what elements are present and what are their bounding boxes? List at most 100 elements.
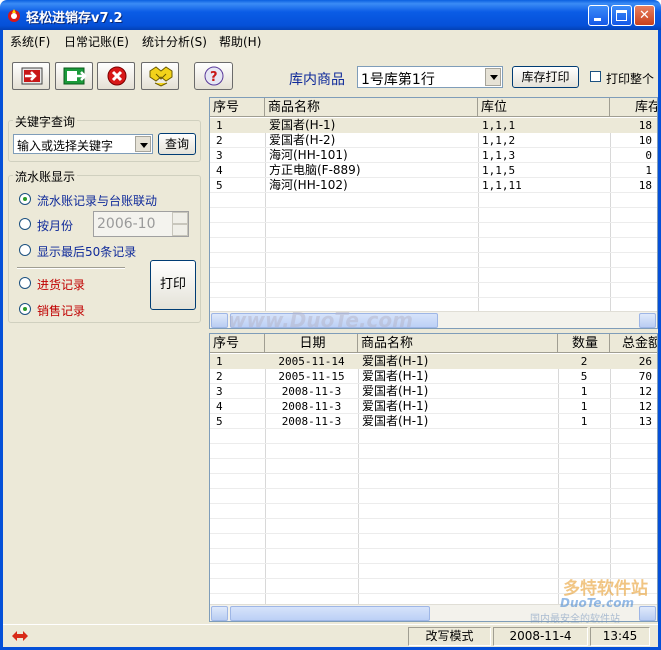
row-divider <box>210 458 657 459</box>
radio-link-ledger[interactable] <box>19 193 31 205</box>
spin-up-icon[interactable] <box>172 212 188 224</box>
cell-date: 2005-11-14 <box>278 355 345 368</box>
col-header-index[interactable]: 序号 <box>210 334 265 353</box>
cell-stock: 18 <box>638 119 652 132</box>
cell-total: 70 <box>638 370 652 383</box>
table-row[interactable]: 4 2008-11-3 爱国者(H-1) 1 12 <box>210 399 657 414</box>
menu-daily-accounts[interactable]: 日常记账(E) <box>64 33 129 50</box>
maximize-button[interactable] <box>611 5 632 26</box>
cell-product: 海河(HH-101) <box>269 148 348 162</box>
keyword-search-title: 关键字查询 <box>13 113 78 130</box>
table-row[interactable]: 4 方正电脑(F-889) 1,1,5 1 <box>210 163 657 178</box>
menu-statistics[interactable]: 统计分析(S) <box>142 33 207 50</box>
cell-index: 1 <box>216 119 223 132</box>
cell-date: 2005-11-15 <box>278 370 345 383</box>
table-row[interactable]: 1 爱国者(H-1) 1,1,1 18 <box>210 118 657 133</box>
cell-product: 爱国者(H-1) <box>362 354 429 368</box>
help-button[interactable]: ? <box>194 62 233 90</box>
cell-quantity: 2 <box>580 355 588 368</box>
scroll-left-icon[interactable] <box>211 313 228 328</box>
cell-total: 12 <box>638 385 652 398</box>
cell-stock: 10 <box>638 134 652 147</box>
cell-stock: 1 <box>645 164 652 177</box>
resize-arrows-icon <box>12 631 28 641</box>
cell-location: 1,1,3 <box>482 149 516 162</box>
scroll-thumb[interactable] <box>230 606 430 621</box>
row-divider <box>210 297 657 298</box>
radio-by-month[interactable] <box>19 218 31 230</box>
cell-product: 爱国者(H-1) <box>269 118 336 132</box>
spin-down-icon[interactable] <box>172 224 188 236</box>
cell-date: 2008-11-3 <box>281 400 342 413</box>
col-header-product[interactable]: 商品名称 <box>265 98 478 117</box>
radio-sales[interactable] <box>19 303 31 315</box>
menu-system[interactable]: 系统(F) <box>10 33 50 50</box>
menu-help[interactable]: 帮助(H) <box>219 33 261 50</box>
delete-button[interactable] <box>97 62 135 90</box>
import-icon <box>21 67 43 85</box>
table-row[interactable]: 5 海河(HH-102) 1,1,11 18 <box>210 178 657 193</box>
row-divider <box>210 252 657 253</box>
table-row[interactable]: 3 海河(HH-101) 1,1,3 0 <box>210 148 657 163</box>
col-header-product[interactable]: 商品名称 <box>358 334 558 353</box>
col-header-location[interactable]: 库位 <box>478 98 610 117</box>
menu-bar: 系统(F) 日常记账(E) 统计分析(S) 帮助(H) <box>3 30 658 50</box>
close-button[interactable]: ✕ <box>634 5 655 26</box>
close-icon: ✕ <box>639 8 650 23</box>
cell-date: 2008-11-3 <box>281 415 342 428</box>
col-header-total[interactable]: 总金额 <box>610 334 657 353</box>
export-icon <box>63 67 87 85</box>
table-row[interactable]: 2 2005-11-15 爱国者(H-1) 5 70 <box>210 369 657 384</box>
app-icon <box>8 9 20 22</box>
chevron-down-icon[interactable] <box>135 136 151 152</box>
query-button[interactable]: 查询 <box>158 133 196 155</box>
keyword-input[interactable]: 输入或选择关键字 <box>13 134 153 154</box>
stats-icon <box>149 66 173 87</box>
cell-index: 4 <box>216 164 223 177</box>
cell-index: 2 <box>216 134 223 147</box>
print-all-checkbox[interactable] <box>590 71 601 82</box>
cell-product: 海河(HH-102) <box>269 178 348 192</box>
table-row[interactable]: 3 2008-11-3 爱国者(H-1) 1 12 <box>210 384 657 399</box>
print-stock-button[interactable]: 库存打印 <box>512 66 579 88</box>
svg-text:?: ? <box>210 70 218 85</box>
row-divider <box>210 282 657 283</box>
radio-purchase[interactable] <box>19 277 31 289</box>
table-row[interactable]: 2 爱国者(H-2) 1,1,2 10 <box>210 133 657 148</box>
cell-index: 4 <box>216 400 223 413</box>
cell-quantity: 1 <box>580 385 588 398</box>
col-header-stock[interactable]: 库存 <box>610 98 657 117</box>
cell-total: 26 <box>638 355 652 368</box>
cell-index: 1 <box>216 355 223 368</box>
export-button[interactable] <box>55 62 93 90</box>
scroll-right-icon[interactable] <box>639 313 656 328</box>
col-header-date[interactable]: 日期 <box>265 334 358 353</box>
maximize-icon <box>616 10 627 21</box>
radio-last-50[interactable] <box>19 244 31 256</box>
cell-location: 1,1,1 <box>482 119 516 132</box>
radio-last-50-label: 显示最后50条记录 <box>37 245 137 259</box>
keyword-input-value: 输入或选择关键字 <box>17 139 114 153</box>
import-button[interactable] <box>12 62 50 90</box>
watermark-url-small: DuoTe.com <box>560 596 634 610</box>
cell-product: 爱国者(H-1) <box>362 399 429 413</box>
col-header-quantity[interactable]: 数量 <box>558 334 610 353</box>
table-row[interactable]: 5 2008-11-3 爱国者(H-1) 1 13 <box>210 414 657 429</box>
minimize-button[interactable] <box>588 5 609 26</box>
inventory-table[interactable]: 序号 商品名称 库位 库存 1爱国者(H-1)1,1,1182爱国者(H-2)1… <box>209 97 658 329</box>
inventory-table-header: 序号 商品名称 库位 库存 <box>210 98 657 117</box>
chevron-down-icon[interactable] <box>485 68 501 86</box>
month-spinner[interactable]: 2006-10 <box>93 211 189 237</box>
scroll-right-icon[interactable] <box>639 606 656 621</box>
table-row[interactable]: 1 2005-11-14 爱国者(H-1) 2 26 <box>210 354 657 369</box>
stock-location-select[interactable]: 1号库第1行 <box>357 66 503 88</box>
row-divider <box>210 443 657 444</box>
cell-product: 方正电脑(F-889) <box>269 163 361 177</box>
col-header-index[interactable]: 序号 <box>210 98 265 117</box>
row-divider <box>210 473 657 474</box>
scroll-left-icon[interactable] <box>211 606 228 621</box>
print-ledger-button[interactable]: 打印 <box>150 260 196 310</box>
stats-button[interactable] <box>141 62 179 90</box>
row-divider <box>210 503 657 504</box>
row-divider <box>210 518 657 519</box>
